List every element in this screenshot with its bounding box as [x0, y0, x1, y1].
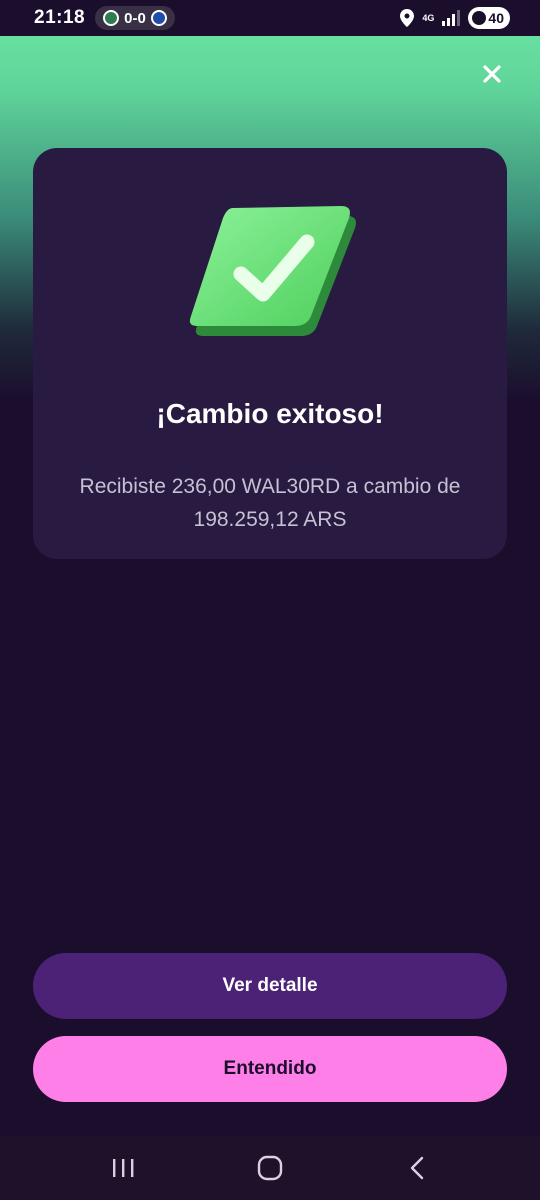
network-type: 4G — [422, 12, 435, 23]
view-details-button[interactable]: Ver detalle — [33, 953, 507, 1019]
close-button[interactable] — [476, 58, 508, 90]
close-icon — [483, 65, 501, 83]
back-button[interactable] — [387, 1148, 447, 1188]
success-title: ¡Cambio exitoso! — [156, 398, 384, 429]
status-bar: 21:18 0-0 4G 40 — [0, 0, 540, 36]
home-team-badge-icon — [103, 10, 120, 26]
recent-apps-icon — [113, 1159, 134, 1177]
understood-button[interactable]: Entendido — [33, 1036, 507, 1102]
live-score-pill: 0-0 — [95, 6, 175, 30]
battery-saver-icon — [472, 11, 487, 25]
recent-apps-button[interactable] — [93, 1148, 153, 1188]
live-score: 0-0 — [124, 9, 146, 27]
battery-level: 40 — [488, 10, 504, 26]
success-screen: 21:18 0-0 4G 40 ¡Cambio exitoso! Recibis… — [0, 0, 540, 1200]
location-icon — [400, 9, 415, 27]
home-button[interactable] — [240, 1148, 300, 1188]
system-nav-bar — [0, 1136, 540, 1200]
success-card: ¡Cambio exitoso! Recibiste 236,00 WAL30R… — [33, 148, 507, 559]
success-message: Recibiste 236,00 WAL30RD a cambio de 198… — [79, 475, 461, 531]
check-icon — [189, 206, 356, 336]
status-time: 21:18 — [34, 7, 86, 28]
status-icons: 4G 40 — [400, 7, 510, 29]
signal-icon — [442, 10, 461, 26]
back-icon — [410, 1156, 423, 1180]
home-icon — [257, 1155, 283, 1181]
away-team-badge-icon — [150, 10, 167, 26]
battery-indicator: 40 — [468, 7, 510, 29]
